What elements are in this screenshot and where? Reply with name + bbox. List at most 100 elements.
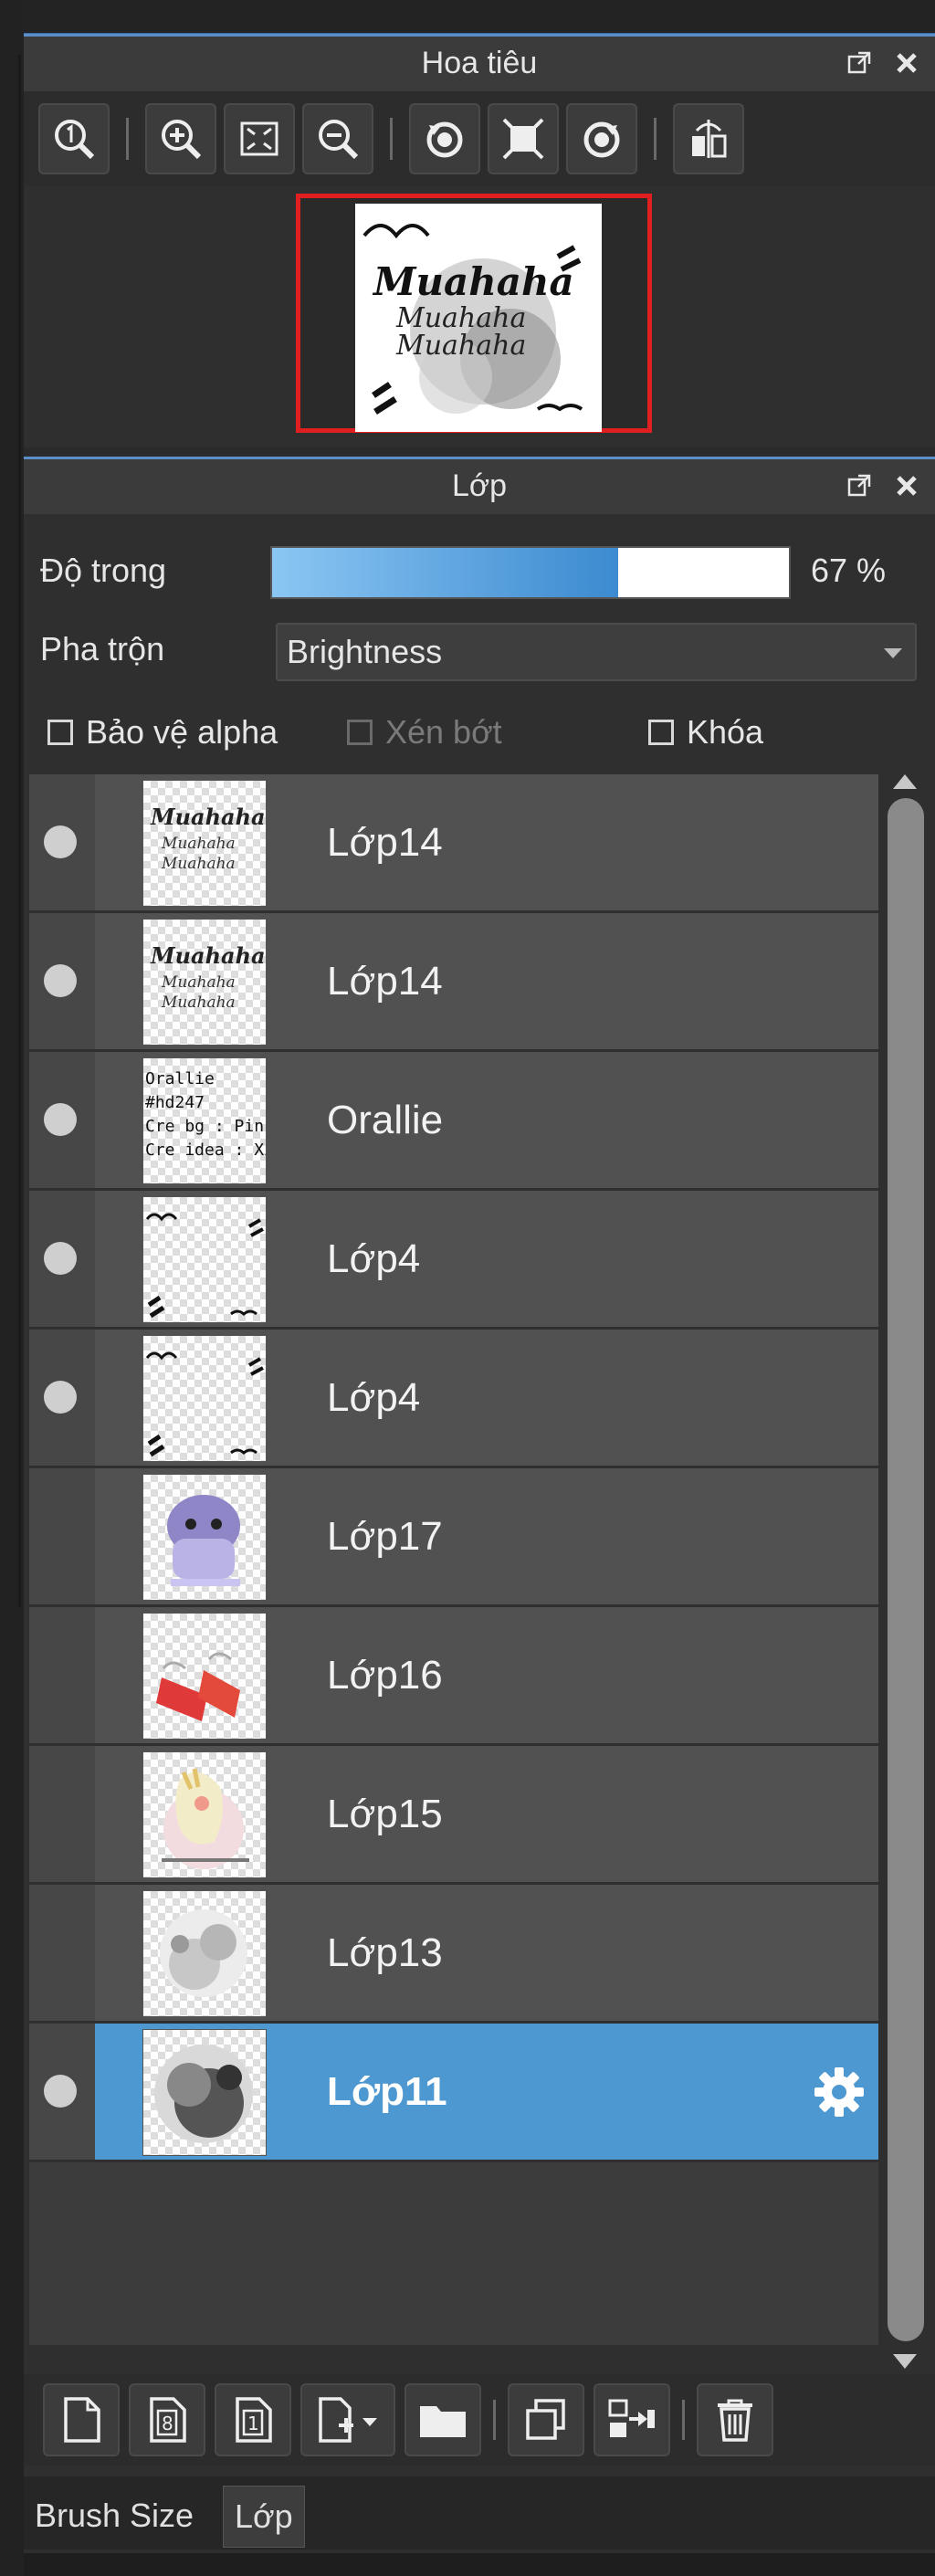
scroll-down-arrow[interactable] [893, 2354, 917, 2369]
preview-text: Muahaha [395, 330, 526, 362]
zoom-in-button[interactable] [145, 103, 216, 174]
visibility-toggle[interactable] [29, 913, 95, 1049]
toolbar-separator [126, 118, 129, 160]
duplicate-layer-button[interactable] [508, 2383, 584, 2456]
layer-row[interactable]: Muahaha Muahaha Muahaha Lớp14 [29, 774, 878, 913]
flip-view-button[interactable] [488, 103, 559, 174]
layer-name: Lớp13 [327, 1930, 443, 1975]
opacity-slider[interactable] [270, 546, 791, 599]
flip-horizontal-icon [692, 120, 727, 158]
layer-thumbnail: Orallie #hd247 Cre bg : Pin Cre idea : Xi [142, 1057, 267, 1184]
checkbox-box[interactable] [648, 720, 674, 745]
layer-name: Lớp4 [327, 1375, 421, 1420]
fit-to-screen-button[interactable] [224, 103, 295, 174]
merge-down-button[interactable] [594, 2383, 670, 2456]
layer-row[interactable]: Lớp17 [29, 1468, 878, 1607]
svg-text:Muahaha: Muahaha [150, 804, 266, 830]
opacity-slider-fill [272, 548, 619, 597]
add-layer-menu-button[interactable] [300, 2383, 395, 2456]
visibility-toggle[interactable] [29, 1330, 95, 1466]
gear-icon[interactable] [813, 2066, 866, 2119]
layer-name: Orallie [327, 1098, 444, 1142]
folder-icon [420, 2406, 466, 2437]
visibility-toggle[interactable] [29, 774, 95, 910]
layer-thumbnail: Muahaha Muahaha Muahaha [142, 780, 267, 907]
layer-row[interactable]: Lớp4 [29, 1191, 878, 1330]
trash-icon [718, 2399, 752, 2442]
layer-thumbnail [142, 1474, 267, 1601]
layer-row[interactable]: Lớp13 [29, 1885, 878, 2024]
blend-mode-dropdown[interactable]: Brightness [276, 623, 917, 681]
tab-layers[interactable]: Lớp [223, 2486, 305, 2548]
zoom-in-icon [162, 120, 202, 160]
rotate-right-button[interactable] [566, 103, 637, 174]
layer-name: Lớp4 [327, 1236, 421, 1281]
undock-icon[interactable] [844, 47, 875, 79]
clipping-checkbox: Xén bớt [347, 700, 502, 764]
layer-row[interactable]: Lớp15 [29, 1746, 878, 1885]
layer-row[interactable]: Lớp16 [29, 1607, 878, 1746]
layer-thumbnail [142, 1890, 267, 2017]
flip-horizontal-button[interactable] [673, 103, 744, 174]
visible-dot-icon [44, 1103, 77, 1136]
scrollbar-thumb[interactable] [888, 798, 924, 2341]
checkbox-box[interactable] [47, 720, 73, 745]
visibility-toggle[interactable] [29, 1885, 95, 2021]
protect-alpha-label: Bảo vệ alpha [86, 713, 278, 751]
undock-icon[interactable] [844, 470, 875, 501]
new-color-layer-button[interactable] [43, 2383, 120, 2456]
protect-alpha-checkbox[interactable]: Bảo vệ alpha [47, 700, 278, 764]
layer-thumbnail [142, 1751, 267, 1878]
layer-thumbnail: Muahaha Muahaha Muahaha [142, 919, 267, 1046]
new-folder-button[interactable] [404, 2383, 481, 2456]
visibility-toggle[interactable] [29, 1746, 95, 1882]
layer-list-scrollbar[interactable] [882, 771, 930, 2371]
rotate-left-button[interactable] [409, 103, 480, 174]
tab-brush-size[interactable]: Brush Size [24, 2486, 205, 2546]
zoom-actual-size-button[interactable] [38, 103, 110, 174]
svg-text:#hd247: #hd247 [145, 1093, 205, 1112]
layer-row[interactable]: Lớp4 [29, 1330, 878, 1468]
layer-row[interactable]: Orallie #hd247 Cre bg : Pin Cre idea : Xi Or… [29, 1052, 878, 1191]
layer-row[interactable]: Lớp11 [29, 2024, 878, 2162]
navigator-panel: Hoa tiêu Muahaha Muahaha Muahaha [24, 34, 935, 447]
layer-list[interactable]: Muahaha Muahaha Muahaha Lớp14 Muahaha Muahaha… [29, 774, 878, 2345]
merge-down-icon [608, 2399, 655, 2437]
visibility-toggle[interactable] [29, 2024, 95, 2160]
close-icon[interactable] [891, 470, 922, 501]
layer-thumbnail [142, 1196, 267, 1323]
canvas-thumbnail: Muahaha Muahaha Muahaha [355, 204, 602, 432]
navigator-toolbar [24, 91, 935, 186]
blend-mode-value: Brightness [287, 633, 443, 670]
visibility-toggle[interactable] [29, 1052, 95, 1188]
visible-dot-icon [44, 1381, 77, 1414]
1bit-layer-icon: 1 [236, 2397, 272, 2443]
scroll-up-arrow[interactable] [893, 774, 917, 789]
rotate-left-icon [426, 121, 463, 158]
zoom-out-icon [319, 120, 359, 160]
toolbar-separator [654, 118, 657, 160]
new-8bit-layer-button[interactable]: 8 [129, 2383, 205, 2456]
layer-options-row: Bảo vệ alpha Xén bớt Khóa [24, 700, 935, 764]
navigator-title: Hoa tiêu [421, 46, 538, 80]
svg-text:Muahaha: Muahaha [161, 973, 236, 992]
visible-dot-icon [44, 825, 77, 858]
layer-name: Lớp15 [327, 1792, 443, 1836]
visible-dot-icon [44, 2075, 77, 2108]
flip-view-icon [502, 118, 544, 160]
close-icon[interactable] [891, 47, 922, 79]
navigator-preview[interactable]: Muahaha Muahaha Muahaha [24, 186, 935, 447]
layer-name: Lớp11 [327, 2069, 447, 2114]
new-1bit-layer-button[interactable]: 1 [215, 2383, 291, 2456]
lock-checkbox[interactable]: Khóa [648, 700, 763, 764]
visibility-toggle[interactable] [29, 1607, 95, 1743]
visibility-toggle[interactable] [29, 1468, 95, 1604]
viewport-frame[interactable]: Muahaha Muahaha Muahaha [296, 194, 652, 433]
zoom-out-button[interactable] [302, 103, 373, 174]
visibility-toggle[interactable] [29, 1191, 95, 1327]
delete-layer-button[interactable] [697, 2383, 773, 2456]
visible-dot-icon [44, 964, 77, 997]
layer-row[interactable]: Muahaha Muahaha Muahaha Lớp14 [29, 913, 878, 1052]
svg-text:Muahaha: Muahaha [161, 994, 236, 1012]
opacity-row: Độ trong 67 % [24, 539, 935, 603]
